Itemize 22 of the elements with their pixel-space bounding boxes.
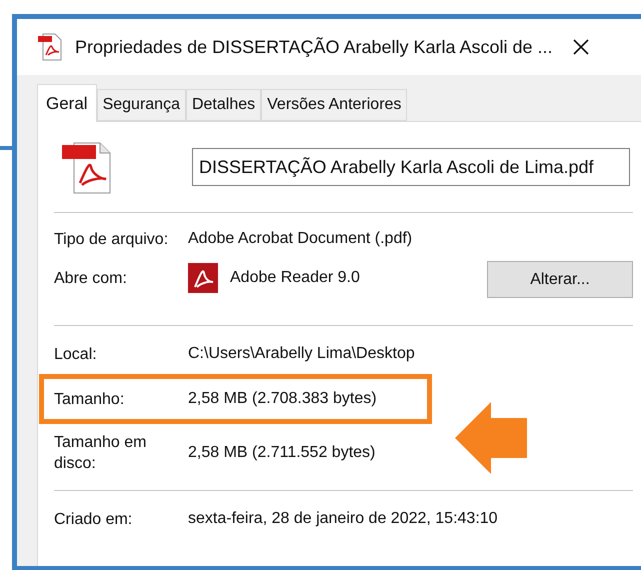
arrow-icon bbox=[455, 402, 527, 474]
property-value: sexta-feira, 28 de janeiro de 2022, 15:43:10 bbox=[188, 509, 498, 529]
property-label: Tamanho em disco: bbox=[54, 433, 148, 474]
close-icon[interactable] bbox=[572, 39, 589, 55]
pdf-file-icon bbox=[37, 33, 63, 61]
property-label: Tamanho: bbox=[54, 390, 126, 410]
property-value: 2,58 MB (2.708.383 bytes) bbox=[188, 389, 377, 409]
property-value: C:\Users\Arabelly Lima\Desktop bbox=[188, 344, 415, 364]
property-value: 2,58 MB (2.711.552 bytes) bbox=[188, 443, 376, 463]
property-value: Adobe Acrobat Document (.pdf) bbox=[188, 229, 412, 249]
file-name-field[interactable]: DISSERTAÇÃO Arabelly Karla Ascoli de Lima.pdf bbox=[192, 148, 630, 186]
change-button[interactable]: Alterar... bbox=[487, 261, 633, 298]
tab[interactable]: Segurança bbox=[96, 89, 186, 121]
window-title: Propriedades de DISSERTAÇÃO Arabelly Karla Ascoli de ... bbox=[75, 36, 553, 59]
property-label: Local: bbox=[54, 344, 98, 364]
tab[interactable]: Detalhes bbox=[186, 89, 262, 121]
property-label: Criado em: bbox=[54, 510, 134, 530]
tab[interactable]: Versões Anteriores bbox=[261, 89, 408, 121]
property-label: Tipo de arquivo: bbox=[54, 230, 170, 250]
tab[interactable]: Geral bbox=[37, 84, 97, 122]
property-value: Adobe Reader 9.0 bbox=[230, 268, 360, 288]
property-label: Abre com: bbox=[54, 268, 128, 288]
